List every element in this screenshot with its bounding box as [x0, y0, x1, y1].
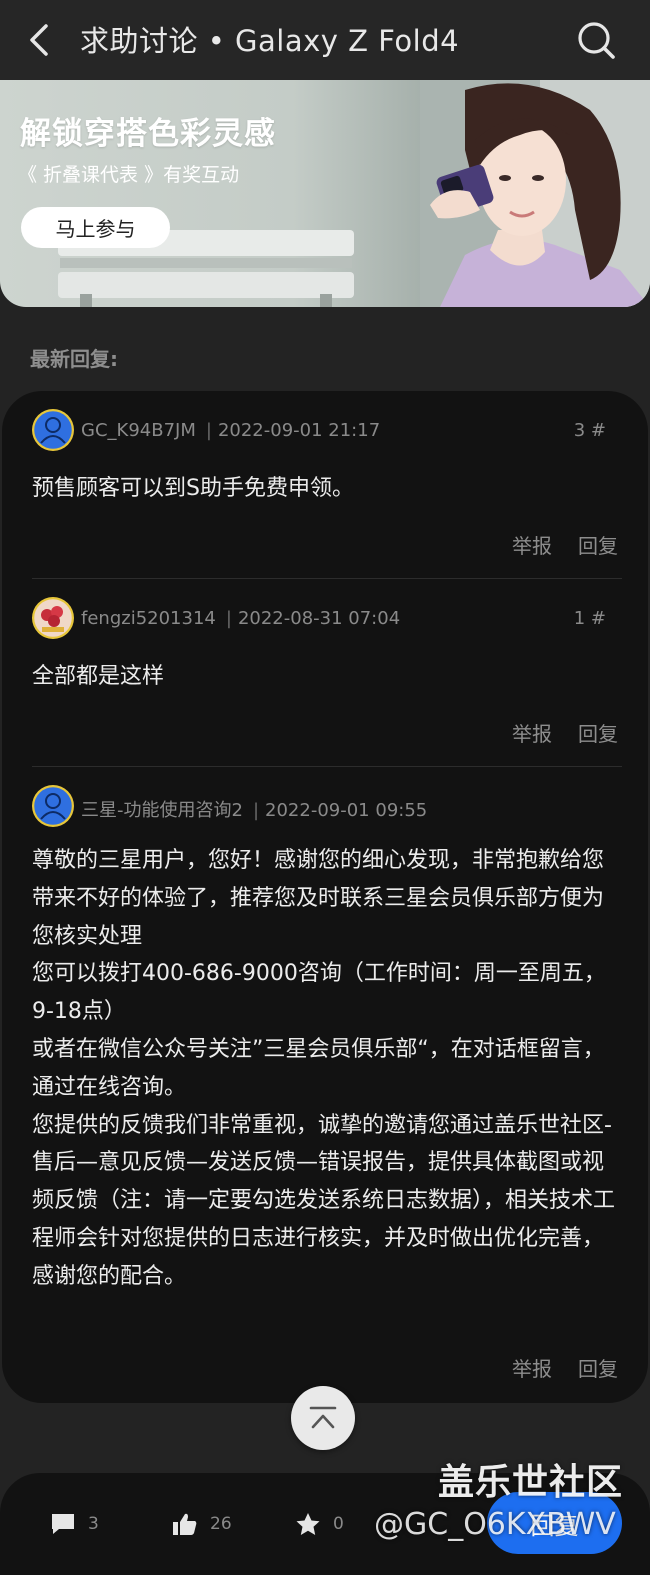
reply-link[interactable]: 回复 [578, 722, 618, 746]
username[interactable]: fengzi5201314 [81, 608, 216, 629]
comment-count-value: 3 [88, 1514, 99, 1534]
comment-icon [52, 1514, 74, 1534]
timestamp: 2022-09-01 09:55 [265, 800, 428, 821]
like-count[interactable]: 26 [172, 1510, 232, 1538]
meta-separator: | [205, 420, 212, 441]
divider [32, 578, 622, 579]
banner-title: 解锁穿搭色彩灵感 [20, 116, 276, 152]
timestamp: 2022-08-31 07:04 [237, 608, 401, 629]
timestamp: 2022-09-01 21:17 [217, 420, 381, 441]
favorite-count-value: 0 [333, 1514, 344, 1534]
report-link[interactable]: 举报 [512, 722, 552, 746]
floor-number: 3 # [573, 420, 606, 441]
username[interactable]: GC_K94B7JM [81, 420, 196, 441]
user-avatar[interactable] [32, 597, 74, 639]
star-icon [296, 1513, 320, 1535]
report-link[interactable]: 举报 [512, 534, 552, 558]
reply-link[interactable]: 回复 [578, 1357, 618, 1381]
meta-separator: | [252, 800, 260, 821]
reply-content: 全部都是这样 [32, 664, 165, 689]
favorite-count[interactable]: 0 [295, 1510, 344, 1538]
user-avatar[interactable] [32, 409, 74, 451]
divider [32, 766, 622, 767]
reply-meta: fengzi5201314 | 2022-08-31 07:04 [81, 608, 400, 629]
username[interactable]: 三星-功能使用咨询2 [81, 800, 243, 821]
like-count-value: 26 [210, 1514, 232, 1534]
reply-content: 预售顾客可以到S助手免费申领。 [32, 476, 354, 501]
reply-link[interactable]: 回复 [578, 534, 618, 558]
chevron-left-icon[interactable] [26, 22, 56, 58]
search-icon[interactable] [576, 20, 616, 60]
floor-number: 1 # [573, 608, 606, 629]
arrow-to-top-icon [309, 1406, 337, 1429]
watermark-user: @GC_O6KXBWV [374, 1507, 616, 1542]
banner-subtitle: 《 折叠课代表 》有奖互动 [18, 164, 240, 186]
reply-actions: 举报 回复 [486, 530, 618, 559]
replies-card: GC_K94B7JM | 2022-09-01 21:17 3 # 预售顾客可以到S… [2, 391, 648, 1403]
reply-meta: GC_K94B7JM | 2022-09-01 21:17 [81, 420, 380, 441]
reply-actions: 举报 回复 [486, 1353, 618, 1382]
meta-separator: | [225, 608, 232, 629]
report-link[interactable]: 举报 [512, 1357, 552, 1381]
reply-meta: 三星-功能使用咨询2 | 2022-09-01 09:55 [81, 796, 427, 822]
watermark-brand: 盖乐世社区 [438, 1462, 624, 1503]
latest-replies-label: 最新回复: [30, 347, 118, 371]
join-now-button[interactable]: 马上参与 [21, 207, 170, 248]
top-app-bar: 求助讨论 • Galaxy Z Fold4 [0, 0, 650, 80]
scroll-to-top-button[interactable] [291, 1386, 355, 1450]
comment-count[interactable]: 3 [50, 1510, 99, 1538]
thumbs-up-icon [173, 1513, 197, 1535]
page-title: 求助讨论 • Galaxy Z Fold4 [80, 24, 460, 58]
reply-content: 尊敬的三星用户，您好！感谢您的细心发现，非常抱歉给您带来不好的体验了，推荐您及时… [32, 848, 616, 1289]
reply-actions: 举报 回复 [486, 718, 618, 747]
model-photo [430, 83, 650, 307]
promo-banner[interactable]: 解锁穿搭色彩灵感 《 折叠课代表 》有奖互动 马上参与 [0, 80, 650, 307]
user-avatar[interactable] [32, 785, 74, 827]
